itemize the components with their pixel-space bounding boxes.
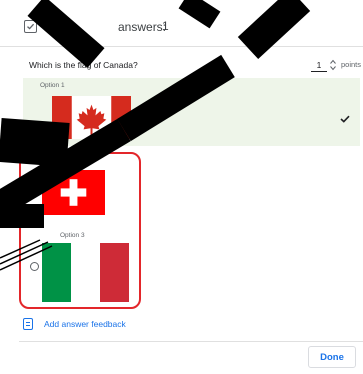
scribble-stroke <box>178 0 221 29</box>
scribble-stroke <box>0 245 53 271</box>
scribble-stroke <box>0 118 70 167</box>
scribble-stroke <box>0 241 49 265</box>
annotation-scribble <box>0 0 311 271</box>
scribble-stroke <box>117 54 235 142</box>
scribble-stroke <box>27 0 105 68</box>
scribble-stroke <box>237 0 311 60</box>
